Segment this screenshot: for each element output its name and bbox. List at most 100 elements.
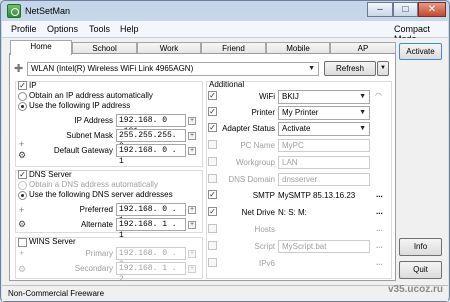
- smtp-value: MySMTP 85.13.16.23: [278, 191, 356, 200]
- adapter-status-select[interactable]: Activate ▼: [278, 122, 370, 136]
- menu-help[interactable]: Help: [120, 24, 139, 34]
- smtp-edit-button[interactable]: ...: [376, 191, 383, 199]
- smtp-checkbox[interactable]: ✓: [208, 190, 217, 199]
- ipv6-checkbox[interactable]: [208, 258, 217, 267]
- workgroup-label: Workgroup: [236, 158, 275, 167]
- adapter-select-value: WLAN (Intel(R) Wireless WiFi Link 4965AG…: [31, 64, 194, 73]
- menu-tools[interactable]: Tools: [89, 24, 110, 34]
- dns-auto-label: Obtain a DNS address automatically: [29, 180, 158, 189]
- quit-button[interactable]: Quit: [399, 261, 442, 279]
- hosts-edit-button[interactable]: ...: [376, 225, 383, 233]
- add-adapter-icon[interactable]: ✚: [14, 64, 23, 75]
- activate-button[interactable]: Activate: [399, 43, 442, 60]
- smtp-label: SMTP: [252, 191, 275, 200]
- wifi-signal-icon[interactable]: ◠: [375, 91, 382, 101]
- wifi-select[interactable]: BKIJ ▼: [278, 90, 370, 104]
- chevron-down-icon: ▼: [359, 125, 366, 132]
- refresh-button[interactable]: Refresh: [324, 61, 376, 76]
- net-drive-edit-button[interactable]: ...: [376, 208, 383, 216]
- ip-section-label: IP: [29, 81, 37, 90]
- ip-manual-label: Use the following IP address: [29, 101, 131, 110]
- title-bar[interactable]: NetSetMan – □ ✕: [1, 1, 449, 21]
- wifi-select-value: BKIJ: [282, 92, 299, 101]
- default-gateway-add-icon[interactable]: +: [188, 147, 196, 155]
- tab-home[interactable]: Home: [10, 40, 72, 55]
- pc-name-checkbox[interactable]: [208, 140, 217, 149]
- chevron-down-icon: ▼: [359, 109, 366, 116]
- default-gateway-input[interactable]: 192.168. 0 . 1: [116, 144, 186, 166]
- dns-domain-field[interactable]: dnsserver: [278, 173, 370, 186]
- wins-secondary-input[interactable]: 192.168. 1 . 2: [116, 262, 186, 284]
- add-dns-icon[interactable]: +: [19, 205, 24, 215]
- wins-section-label: WINS Server: [29, 237, 76, 246]
- dns-auto-radio[interactable]: [18, 181, 27, 190]
- dns-alternate-add-icon[interactable]: +: [188, 221, 196, 229]
- add-wins-icon[interactable]: +: [19, 248, 24, 258]
- app-icon: [7, 4, 21, 18]
- wins-secondary-add-icon[interactable]: +: [188, 265, 196, 273]
- ipv6-edit-button[interactable]: ...: [376, 259, 383, 267]
- script-label: Script: [254, 242, 275, 251]
- app-window: NetSetMan – □ ✕ Profile Options Tools He…: [0, 0, 450, 302]
- script-checkbox[interactable]: [208, 241, 217, 250]
- hosts-checkbox[interactable]: [208, 224, 217, 233]
- dns-preferred-add-icon[interactable]: +: [188, 206, 196, 214]
- wins-primary-input[interactable]: 192.168. 0 . 2: [116, 247, 186, 269]
- net-drive-value: N: S: M:: [278, 208, 307, 217]
- ip-address-input[interactable]: 192.168. 0 .101: [116, 114, 186, 136]
- printer-label: Printer: [251, 108, 275, 117]
- wifi-checkbox[interactable]: ✓: [208, 91, 217, 100]
- printer-checkbox[interactable]: ✓: [208, 107, 217, 116]
- ip-manual-radio[interactable]: [18, 102, 27, 111]
- gear-icon[interactable]: ⚙: [18, 220, 26, 229]
- minimize-button[interactable]: –: [367, 2, 393, 17]
- menu-options[interactable]: Options: [47, 24, 78, 34]
- workgroup-field[interactable]: LAN: [278, 156, 370, 169]
- wins-primary-add-icon[interactable]: +: [188, 250, 196, 258]
- pc-name-field[interactable]: MyPC: [278, 139, 370, 152]
- workgroup-checkbox[interactable]: [208, 157, 217, 166]
- dns-alternate-input[interactable]: 192.168. 1 . 1: [116, 218, 186, 240]
- add-ip-icon[interactable]: +: [19, 139, 24, 149]
- dns-manual-label: Use the following DNS server addresses: [29, 190, 173, 199]
- dns-manual-radio[interactable]: [18, 191, 27, 200]
- watermark-text: v35.ucoz.ru: [387, 284, 443, 295]
- wins-primary-label: Primary: [85, 249, 113, 258]
- menu-profile[interactable]: Profile: [11, 24, 37, 34]
- printer-select-value: My Printer: [282, 108, 319, 117]
- gear-icon[interactable]: ⚙: [18, 265, 26, 274]
- window-title: NetSetMan: [25, 6, 71, 16]
- ipv6-label: IPv6: [258, 259, 275, 268]
- adapter-select[interactable]: WLAN (Intel(R) Wireless WiFi Link 4965AG…: [27, 62, 319, 76]
- wifi-label: WiFi: [259, 92, 275, 101]
- close-button[interactable]: ✕: [418, 2, 446, 17]
- ip-checkbox[interactable]: ✓: [18, 81, 27, 90]
- info-button[interactable]: Info: [399, 238, 442, 256]
- dns-checkbox[interactable]: ✓: [18, 170, 27, 179]
- ip-auto-label: Obtain an IP address automatically: [29, 91, 153, 100]
- ip-auto-radio[interactable]: [18, 92, 27, 101]
- dns-preferred-input[interactable]: 192.168. 0 . 1: [116, 203, 186, 225]
- script-field[interactable]: MyScript.bat: [278, 240, 370, 253]
- wins-secondary-label: Secondary: [74, 264, 113, 273]
- printer-select[interactable]: My Printer ▼: [278, 106, 370, 120]
- ip-address-add-icon[interactable]: +: [188, 117, 196, 125]
- main-area: Home School Work Friend Mobile AP ✚ WLAN…: [2, 38, 448, 301]
- net-drive-checkbox[interactable]: ✓: [208, 207, 217, 216]
- subnet-mask-input[interactable]: 255.255.255. 0: [116, 129, 186, 151]
- refresh-dropdown-button[interactable]: ▼: [377, 61, 389, 76]
- status-text: Non-Commercial Freeware: [8, 289, 105, 298]
- subnet-mask-label: Subnet Mask: [66, 131, 113, 140]
- additional-title: Additional: [209, 80, 245, 89]
- default-gateway-label: Default Gateway: [53, 146, 113, 155]
- profile-tabs: Home School Work Friend Mobile AP: [10, 40, 396, 55]
- net-drive-label: Net Drive: [241, 208, 275, 217]
- dns-alternate-label: Alternate: [80, 220, 113, 229]
- gear-icon[interactable]: ⚙: [18, 151, 26, 160]
- status-bar: Non-Commercial Freeware: [2, 285, 448, 301]
- script-browse-button[interactable]: ...: [376, 242, 383, 250]
- chevron-down-icon: ▼: [380, 65, 386, 71]
- maximize-button[interactable]: □: [393, 2, 418, 17]
- wins-checkbox[interactable]: [18, 238, 27, 247]
- subnet-mask-add-icon[interactable]: +: [188, 132, 196, 140]
